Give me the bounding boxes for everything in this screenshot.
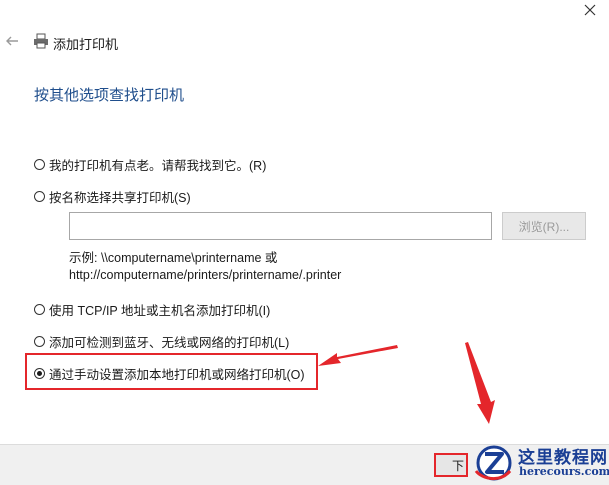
option-label: 我的打印机有点老。请帮我找到它。(R): [49, 159, 267, 173]
example-text: 示例: \\computername\printername 或 http://…: [69, 250, 341, 284]
highlight-box: [25, 353, 318, 390]
printer-icon: [34, 33, 48, 49]
browse-button[interactable]: 浏览(R)...: [502, 212, 586, 240]
radio-button[interactable]: [34, 304, 45, 315]
next-button[interactable]: 下: [434, 453, 468, 477]
radio-button[interactable]: [34, 336, 45, 347]
page-heading: 按其他选项查找打印机: [34, 87, 185, 104]
example-line-1: 示例: \\computername\printername 或: [69, 251, 278, 265]
annotation-arrows: [318, 342, 495, 424]
share-name-input[interactable]: [69, 212, 492, 240]
option-bluetooth-wireless[interactable]: 添加可检测到蓝牙、无线或网络的打印机(L): [34, 332, 289, 351]
option-old-printer[interactable]: 我的打印机有点老。请帮我找到它。(R): [34, 155, 266, 174]
option-label: 按名称选择共享打印机(S): [49, 191, 191, 205]
close-icon[interactable]: [582, 2, 598, 18]
radio-button[interactable]: [34, 191, 45, 202]
example-line-2: http://computername/printers/printername…: [69, 268, 342, 282]
arrow-to-next: [465, 342, 495, 424]
back-arrow-icon[interactable]: [4, 33, 20, 49]
option-label: 添加可检测到蓝牙、无线或网络的打印机(L): [49, 336, 290, 350]
option-tcpip[interactable]: 使用 TCP/IP 地址或主机名添加打印机(I): [34, 300, 270, 319]
watermark-url: herecours.com: [519, 465, 609, 478]
option-shared-by-name[interactable]: 按名称选择共享打印机(S): [34, 187, 191, 206]
watermark-logo-icon: [474, 445, 512, 481]
arrow-to-option: [318, 345, 398, 366]
window-title: 添加打印机: [53, 37, 119, 52]
radio-button[interactable]: [34, 159, 45, 170]
option-label: 使用 TCP/IP 地址或主机名添加打印机(I): [49, 304, 271, 318]
